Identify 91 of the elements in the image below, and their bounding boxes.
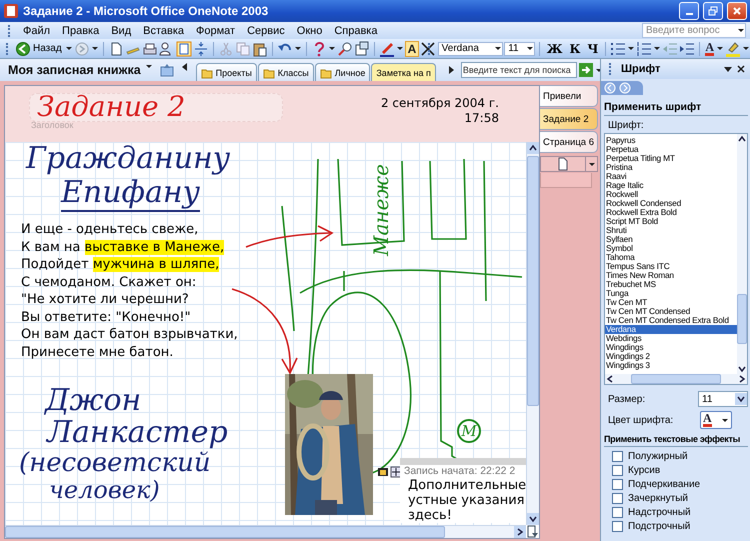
handwritten-text: человек) bbox=[49, 478, 160, 502]
menu-item[interactable]: Вид bbox=[105, 24, 138, 36]
text-line: Принесете мне батон. bbox=[21, 344, 174, 361]
font-item[interactable]: Tunga bbox=[605, 289, 737, 298]
menu-item[interactable]: Сервис bbox=[241, 24, 291, 36]
menu-item[interactable]: Формат bbox=[190, 24, 242, 36]
font-item[interactable]: Rockwell Extra Bold bbox=[605, 208, 737, 217]
font-item[interactable]: Shruti bbox=[605, 226, 737, 235]
field-label: Шрифт: bbox=[608, 120, 645, 131]
page-date: 2 сентября 2004 г. bbox=[380, 96, 499, 110]
font-item[interactable]: Wingdings bbox=[605, 343, 737, 352]
font-item[interactable]: Wingdings 3 bbox=[605, 361, 737, 370]
size-field[interactable]: 11 bbox=[504, 42, 535, 56]
text-line: Подойдет мужчина в шляпе, bbox=[21, 256, 220, 274]
help-search-field[interactable]: Введите вопрос bbox=[642, 23, 746, 38]
highlight-button[interactable]: A bbox=[404, 40, 420, 56]
font-item[interactable]: Tw Cen MT Condensed Extra Bold bbox=[605, 316, 737, 325]
section-tab[interactable]: Заметка на п bbox=[371, 63, 436, 81]
font-item[interactable]: Tw Cen MT Condensed bbox=[605, 307, 737, 316]
handwritten-text: (несоветский bbox=[19, 450, 211, 476]
recording-time: Запись начата: 22:22 2 bbox=[404, 465, 516, 478]
font-item[interactable]: Trebuchet MS bbox=[605, 280, 737, 289]
font-item[interactable]: Rockwell bbox=[605, 190, 737, 199]
font-color-button[interactable]: A bbox=[700, 411, 732, 429]
font-item[interactable]: Verdana bbox=[605, 325, 737, 334]
font-item[interactable]: Pristina bbox=[605, 163, 737, 172]
text-line: К вам на выставке в Манеже, bbox=[21, 238, 226, 256]
font-color-button[interactable]: A bbox=[704, 42, 716, 56]
font-field[interactable]: Verdana bbox=[438, 42, 504, 56]
handwritten-text: Ланкастер bbox=[47, 418, 228, 448]
menu-item[interactable]: Правка bbox=[56, 24, 106, 36]
menu-item[interactable]: Файл bbox=[17, 24, 56, 36]
pane-title: Шрифт bbox=[621, 63, 662, 75]
note-text: здесь! bbox=[408, 508, 452, 523]
handwritten-text: Гражданину bbox=[26, 144, 230, 174]
font-item[interactable]: Tw Cen MT bbox=[605, 298, 737, 307]
font-item[interactable]: Tempus Sans ITC bbox=[605, 262, 737, 271]
window-title: Задание 2 - Microsoft Office OneNote 2003 bbox=[23, 4, 270, 18]
font-item[interactable]: Wingdings 2 bbox=[605, 352, 737, 361]
checkbox-label: Зачеркнутый bbox=[628, 492, 688, 504]
font-item[interactable]: Perpetua bbox=[605, 145, 737, 154]
font-item[interactable]: Times New Roman bbox=[605, 271, 737, 280]
size-field[interactable]: 11 bbox=[698, 391, 748, 407]
notebook-name[interactable]: Моя записная книжка bbox=[8, 63, 141, 77]
menu-item[interactable]: Вставка bbox=[137, 24, 190, 36]
text-line: "Не хотите ли черешни? bbox=[21, 291, 190, 308]
section-tab[interactable]: Личное bbox=[314, 63, 370, 81]
font-item[interactable]: Tahoma bbox=[605, 253, 737, 262]
text-line: Вы ответите: "Конечно!" bbox=[21, 308, 192, 326]
font-item[interactable]: Perpetua Titling MT bbox=[605, 154, 737, 163]
section-heading: Применить шрифт bbox=[604, 95, 748, 116]
back-button[interactable]: Назад bbox=[13, 40, 64, 56]
circled-letter: М bbox=[457, 419, 481, 443]
font-item[interactable]: Script MT Bold bbox=[605, 217, 737, 226]
font-item[interactable]: Webdings bbox=[605, 334, 737, 343]
note-text: Дополнительные bbox=[408, 478, 526, 493]
font-item[interactable]: Papyrus bbox=[605, 136, 737, 145]
search-field[interactable]: Введите текст для поиска bbox=[460, 62, 577, 78]
handwritten-text: Епифану bbox=[61, 178, 200, 212]
section-heading: Применить текстовые эффекты bbox=[604, 429, 748, 447]
section-tab[interactable]: Классы bbox=[258, 63, 314, 81]
checkbox-label: Подчеркивание bbox=[628, 478, 700, 490]
note-text: устные указания bbox=[408, 493, 524, 508]
page-tab[interactable]: Страница 6 bbox=[540, 131, 598, 153]
font-item[interactable]: Rockwell Condensed bbox=[605, 199, 737, 208]
page-tab[interactable]: Задание 2 bbox=[540, 108, 598, 130]
font-item[interactable]: Symbol bbox=[605, 244, 737, 253]
title-label: Заголовок bbox=[31, 120, 74, 130]
handwritten-text: Джон bbox=[45, 386, 142, 416]
text-line: Он вам даст батон взрывчатки, bbox=[21, 326, 238, 344]
font-item[interactable]: Sylfaen bbox=[605, 235, 737, 244]
checkbox-label: Подстрочный bbox=[628, 520, 690, 532]
handwritten-label: Манеже bbox=[369, 164, 393, 256]
page-tab[interactable]: Привели bbox=[540, 85, 598, 107]
field-label: Размер: bbox=[608, 394, 646, 404]
checkbox-label: Надстрочный bbox=[628, 506, 691, 518]
page-time: 17:58 bbox=[464, 111, 499, 125]
format-button[interactable]: Ж bbox=[544, 42, 566, 56]
section-tab[interactable]: Проекты bbox=[196, 63, 257, 81]
format-button[interactable]: К bbox=[566, 42, 584, 56]
checkbox-label: Полужирный bbox=[628, 450, 688, 462]
format-button[interactable]: Ч bbox=[584, 42, 602, 56]
font-item[interactable]: Rage Italic bbox=[605, 181, 737, 190]
text-line: И еще - оденьтесь свеже, bbox=[21, 221, 200, 238]
field-label: Цвет шрифта: bbox=[608, 414, 674, 426]
font-item[interactable]: Raavi bbox=[605, 172, 737, 181]
menu-item[interactable]: Окно bbox=[290, 24, 328, 36]
page-title[interactable]: Задание 2 bbox=[37, 90, 186, 123]
text-line: С чемоданом. Скажет он: bbox=[21, 274, 198, 291]
checkbox-label: Курсив bbox=[628, 464, 660, 476]
menu-item[interactable]: Справка bbox=[328, 24, 384, 36]
